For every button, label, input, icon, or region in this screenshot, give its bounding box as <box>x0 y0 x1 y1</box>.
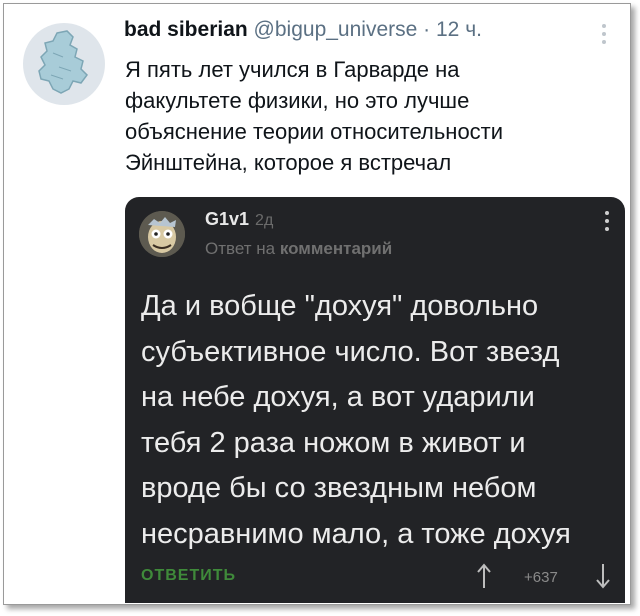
tweet-text: Я пять лет учился в Гарварде на факульте… <box>125 54 615 178</box>
comment-body: Да и вобще "дохуя" довольно субъективное… <box>141 284 616 557</box>
comment-actions: ОТВЕТИТЬ +637 <box>141 561 613 591</box>
commenter-username[interactable]: G1v1 <box>205 209 249 229</box>
comment-line: на небе дохуя, а вот ударили <box>141 381 535 413</box>
tweet-text-line: Я пять лет учился в Гарварде на <box>125 57 460 82</box>
arrow-up-icon[interactable] <box>477 563 491 594</box>
separator-dot: · <box>423 18 431 41</box>
comment-age: 2д <box>255 212 274 229</box>
comment-line: вроде бы со звездным небом <box>141 472 537 504</box>
display-name[interactable]: bad siberian <box>124 18 248 41</box>
tweet-header: bad siberian @bigup_universe · 12 ч. <box>124 18 482 42</box>
comment-header: G1v1 2д <box>205 209 273 230</box>
user-handle[interactable]: @bigup_universe <box>254 18 418 41</box>
commenter-avatar <box>139 211 185 257</box>
reply-prefix: Ответ на <box>205 239 276 258</box>
screenshot-frame: bad siberian @bigup_universe · 12 ч. Я п… <box>3 3 631 605</box>
reply-button[interactable]: ОТВЕТИТЬ <box>141 567 236 585</box>
vertical-ellipsis-icon[interactable] <box>602 24 606 48</box>
avatar[interactable] <box>23 23 105 105</box>
vote-score: +637 <box>524 569 558 586</box>
reply-context: Ответ на комментарий <box>205 239 392 259</box>
tweet-time[interactable]: 12 ч. <box>436 18 482 41</box>
cartoon-face-icon <box>139 211 185 257</box>
tweet-text-line: объяснение теории относительности <box>125 119 504 144</box>
comment-line: Да и вобще "дохуя" довольно <box>141 290 539 322</box>
comment-line: субъективное число. Вот звезд <box>141 335 560 368</box>
tweet-text-line: Эйнштейна, которое я встречал <box>125 150 452 175</box>
comment-line: несравнимо мало, а тоже дохуя <box>141 517 571 550</box>
comment-line: тебя 2 раза ножом в живот и <box>141 426 526 459</box>
siberia-map-icon <box>38 30 88 94</box>
reply-target-link[interactable]: комментарий <box>280 239 392 258</box>
arrow-down-icon[interactable] <box>596 563 610 594</box>
tweet-text-line: факультете физики, но это лучше <box>125 88 470 113</box>
vertical-ellipsis-icon[interactable] <box>605 211 609 235</box>
embedded-comment-screenshot[interactable]: G1v1 2д Ответ на комментарий Да и вобще "… <box>125 197 625 603</box>
